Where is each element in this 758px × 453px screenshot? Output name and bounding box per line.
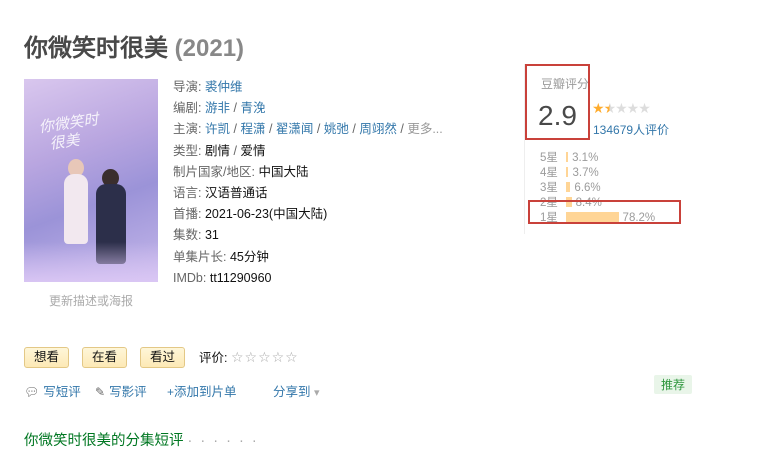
director-row: 导演: 裘仲维: [173, 80, 243, 94]
director-label: 导演: [173, 80, 199, 94]
director-link[interactable]: 裘仲维: [205, 80, 243, 94]
pencil-icon: ✎: [95, 385, 106, 399]
episode-reviews-heading: 你微笑时很美的分集短评 · · · · · ·: [24, 433, 259, 449]
star-empty-icon: ★★★: [615, 100, 651, 116]
short-review-button[interactable]: 💬︎ 写短评: [24, 381, 81, 400]
rating-dist-bar: [566, 182, 571, 192]
language-row: 语言: 汉语普通话: [173, 186, 268, 201]
runtime-label: 单集片长: [173, 249, 224, 264]
rating-dist-bar: [566, 167, 569, 177]
episodes-row: 集数: 31: [173, 228, 219, 243]
cast-link[interactable]: 周翊然: [359, 122, 397, 136]
rating-dist-percent: 6.6%: [574, 182, 601, 194]
movie-year: (2021): [174, 35, 245, 62]
episodes-label: 集数: [173, 228, 199, 243]
want-to-watch-button[interactable]: 想看: [24, 347, 70, 368]
rating-dist-label: 3星: [540, 182, 558, 194]
premiere-value: 2021-06-23(中国大陆): [204, 207, 328, 222]
rating-dist-label: 5星: [540, 152, 558, 164]
share-button[interactable]: 分享到 ▾: [273, 381, 320, 400]
genre-label: 类型: [173, 143, 199, 158]
my-rating-label: 评价:: [199, 351, 228, 365]
rating-dist-row: 3星 6.6%: [540, 180, 601, 196]
speech-bubble-icon: 💬︎: [24, 385, 40, 399]
movie-name: 你微笑时很美: [24, 35, 168, 62]
country-value: 中国大陆: [258, 164, 309, 179]
cast-link[interactable]: 翟潇闻: [276, 122, 314, 136]
rating-dist-percent: 3.1%: [572, 152, 599, 164]
recommend-button[interactable]: 推荐: [654, 375, 693, 394]
imdb-label: IMDb: [173, 270, 203, 285]
premiere-row: 首播: 2021-06-23(中国大陆): [173, 207, 328, 222]
cast-link[interactable]: 程潇: [240, 122, 265, 136]
writer-row: 编剧: 游非 / 青浼: [173, 101, 266, 116]
star-half-icon: ★: [603, 100, 617, 116]
my-rating: 评价: ☆☆☆☆☆: [199, 347, 299, 366]
cast-label: 主演: [173, 122, 199, 137]
rating-dist-label: 4星: [540, 167, 558, 179]
poster-floor: [24, 242, 158, 282]
poster-figure: [64, 174, 88, 244]
poster-image[interactable]: 你微笑时 很美: [24, 79, 158, 282]
rating-dist-percent: 3.7%: [572, 167, 599, 179]
language-value: 汉语普通话: [204, 186, 268, 201]
writer-link[interactable]: 青浼: [240, 101, 265, 115]
imdb-value: tt11290960: [209, 270, 272, 285]
country-label: 制片国家/地区: [173, 164, 252, 179]
plus-icon: +: [167, 385, 175, 399]
add-to-list-button[interactable]: +添加到片单: [167, 381, 237, 400]
premiere-label: 首播: [173, 207, 199, 222]
info-panel: 导演: 裘仲维 编剧: 游非 / 青浼 主演: 许凯 / 程潇 / 翟潇闻 / …: [173, 77, 443, 289]
poster-overlay-text: 你微笑时 很美: [37, 110, 100, 155]
genre-row: 类型: 剧情 / 爱情: [173, 143, 266, 158]
chevron-down-icon: ▾: [314, 387, 320, 399]
language-label: 语言: [173, 186, 199, 201]
watching-button[interactable]: 在看: [82, 347, 128, 368]
rating-dist-row: 5星 3.1%: [540, 150, 598, 166]
my-rating-stars-icon[interactable]: ☆☆☆☆☆: [231, 349, 299, 365]
rating-people-link[interactable]: 134679人评价: [593, 121, 669, 138]
episodes-value: 31: [204, 228, 219, 243]
edit-poster-link[interactable]: 更新描述或海报: [24, 292, 158, 309]
write-review-button[interactable]: ✎ 写影评: [95, 381, 147, 400]
cast-row: 主演: 许凯 / 程潇 / 翟潇闻 / 姚弛 / 周翊然 / 更多...: [173, 122, 443, 137]
star-full-icon: ★: [592, 100, 605, 116]
runtime-value: 45分钟: [229, 249, 269, 264]
writer-label: 编剧: [173, 101, 199, 116]
rating-stars-icon: ★★★★★: [592, 100, 651, 117]
genre-value: 爱情: [240, 143, 266, 158]
watched-button[interactable]: 看过: [140, 347, 186, 368]
cast-link[interactable]: 许凯: [205, 122, 230, 136]
cast-link[interactable]: 姚弛: [324, 122, 349, 136]
genre-value: 剧情: [204, 143, 230, 158]
cast-more-link[interactable]: 更多...: [407, 122, 442, 136]
rating-dist-bar: [566, 152, 569, 162]
rating-dist-row: 4星 3.7%: [540, 165, 599, 181]
imdb-row: IMDb: tt11290960: [173, 270, 272, 285]
runtime-row: 单集片长: 45分钟: [173, 249, 269, 264]
country-row: 制片国家/地区: 中国大陆: [173, 164, 309, 179]
page-title: 你微笑时很美 (2021): [24, 28, 244, 63]
score-highlight-box: [525, 64, 590, 140]
writer-link[interactable]: 游非: [205, 101, 230, 115]
one-star-highlight-box: [528, 200, 681, 224]
